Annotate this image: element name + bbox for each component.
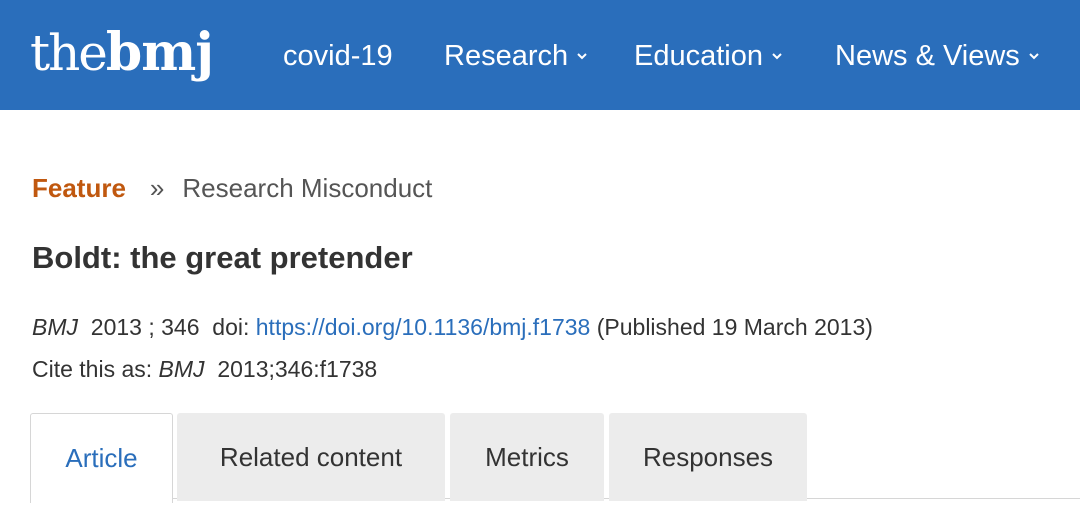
nav-covid-19[interactable]: covid-19 [283, 36, 393, 76]
volume-number: 346 [161, 314, 200, 340]
cite-as-line: Cite this as: BMJ 2013;346:f1738 [32, 352, 377, 386]
published-date: (Published 19 March 2013) [596, 314, 873, 340]
tab-responses-label: Responses [642, 442, 774, 472]
journal-name: BMJ [32, 314, 78, 340]
logo-the-text: the [30, 24, 108, 82]
nav-news-views[interactable]: News & Views [835, 36, 1040, 76]
tab-related-content-label: Related content [219, 442, 403, 472]
doi-label: doi: [212, 314, 250, 340]
tab-responses[interactable]: Responses [609, 413, 807, 501]
nav-research[interactable]: Research [444, 36, 588, 76]
breadcrumb-article-type[interactable]: Feature [32, 173, 126, 203]
tab-metrics-label: Metrics [485, 442, 569, 472]
top-navigation-bar: the bmj covid-19 Research Education News … [0, 0, 1080, 110]
cite-reference: 2013;346:f1738 [217, 356, 378, 382]
tab-related-content[interactable]: Related content [177, 413, 445, 501]
nav-education[interactable]: Education [634, 36, 783, 76]
cite-journal-name: BMJ [158, 356, 205, 382]
bmj-logo[interactable]: the bmj [30, 18, 214, 88]
article-tabs: Article Related content Metrics Response… [30, 413, 1050, 503]
volume-separator: ; [148, 314, 155, 340]
tab-article-label: Article [65, 443, 138, 473]
nav-research-label: Research [444, 40, 569, 72]
breadcrumb-section[interactable]: Research Misconduct [182, 173, 432, 203]
nav-news-views-label: News & Views [835, 40, 1020, 72]
citation-line: BMJ 2013 ; 346 doi: https://doi.org/10.1… [32, 310, 873, 344]
breadcrumb: Feature » Research Misconduct [32, 168, 432, 208]
tab-article[interactable]: Article [30, 413, 173, 503]
article-title: Boldt: the great pretender [32, 240, 413, 275]
chevron-down-icon [576, 50, 588, 62]
chevron-down-icon [1028, 50, 1040, 62]
breadcrumb-separator: » [149, 173, 165, 203]
tab-metrics[interactable]: Metrics [450, 413, 604, 501]
publication-year: 2013 [90, 314, 142, 340]
chevron-down-icon [771, 50, 783, 62]
nav-education-label: Education [634, 40, 763, 72]
cite-as-label: Cite this as: [32, 356, 153, 382]
doi-link[interactable]: https://doi.org/10.1136/bmj.f1738 [256, 314, 591, 340]
logo-bmj-text: bmj [105, 22, 214, 83]
nav-covid-19-label: covid-19 [283, 40, 393, 72]
